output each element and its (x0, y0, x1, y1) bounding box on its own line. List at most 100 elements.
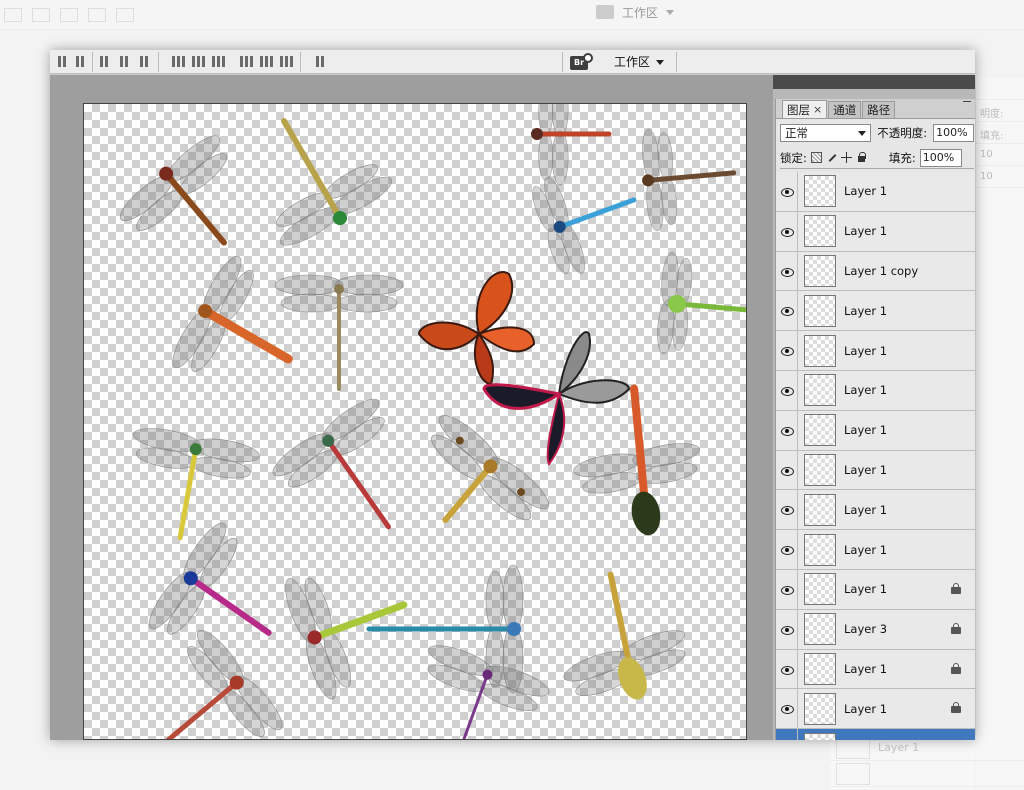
background-toolbar (0, 0, 1024, 30)
workspace-dropdown[interactable]: 工作区 (614, 50, 665, 74)
canvas-artwork (114, 104, 746, 739)
layers-list: Layer 1 Layer 1 Layer 1 copy Layer 1 Layer 1… (776, 172, 975, 740)
align-middle-icon[interactable] (116, 54, 132, 68)
distribute-bottom-icon[interactable] (210, 54, 226, 68)
visibility-eye-icon[interactable] (776, 729, 798, 740)
bridge-icon[interactable]: Br (570, 53, 596, 71)
visibility-eye-icon[interactable] (776, 530, 798, 569)
visibility-eye-icon[interactable] (776, 450, 798, 490)
chevron-down-icon (858, 131, 867, 136)
layer-thumbnail (804, 254, 836, 287)
distribute-right-icon[interactable] (278, 54, 294, 68)
visibility-eye-icon[interactable] (776, 211, 798, 251)
background-side-panel: 明度: 填充: 10 10 (975, 78, 1024, 790)
lock-brush-icon[interactable] (826, 152, 837, 163)
layer-name: Layer 1 (844, 701, 888, 716)
visibility-eye-icon[interactable] (776, 251, 798, 291)
layer-row[interactable] (776, 729, 975, 740)
layer-row[interactable]: Layer 1 (776, 291, 975, 332)
layer-row[interactable]: Layer 1 (776, 530, 975, 570)
layer-row[interactable]: Layer 1 (776, 370, 975, 411)
layer-thumbnail (804, 453, 836, 486)
layer-row[interactable]: Layer 1 (776, 689, 975, 730)
tab-layers[interactable]: 图层 × (782, 100, 828, 118)
layer-row[interactable]: Layer 1 (776, 569, 975, 610)
dragonfly-18 (419, 639, 553, 739)
layer-row[interactable]: Layer 1 copy (776, 251, 975, 292)
layer-name: Layer 1 (844, 224, 888, 239)
align-icon (32, 7, 50, 22)
visibility-eye-icon[interactable] (776, 370, 798, 410)
visibility-eye-icon[interactable] (776, 569, 798, 609)
layer-row[interactable]: Layer 1 (776, 211, 975, 252)
align-center-icon[interactable] (72, 54, 88, 68)
visibility-eye-icon[interactable] (776, 291, 798, 331)
layer-name: Layer 1 (844, 582, 888, 597)
lock-label: 锁定: (780, 150, 807, 165)
layer-lock-icon (951, 622, 961, 634)
distribute-center-icon[interactable] (258, 54, 274, 68)
dragonfly-11 (420, 408, 556, 531)
visibility-eye-icon[interactable] (776, 331, 798, 370)
panel-menu-icon[interactable] (963, 101, 971, 103)
layer-name: Layer 3 (844, 622, 888, 637)
layer-name: Layer 1 (844, 661, 888, 676)
dragonfly-2 (266, 118, 397, 253)
layer-name: Layer 1 (844, 502, 888, 517)
layer-thumbnail (804, 215, 836, 248)
layer-thumbnail (804, 652, 836, 685)
lock-transparency-icon[interactable] (810, 152, 822, 163)
dragonfly-14 (279, 569, 408, 703)
dock-handle[interactable] (773, 75, 975, 89)
visibility-eye-icon[interactable] (776, 689, 798, 729)
visibility-eye-icon[interactable] (776, 649, 798, 689)
distribute-middle-icon[interactable] (190, 54, 206, 68)
layer-lock-icon (951, 702, 961, 714)
dragonfly-4 (640, 126, 737, 232)
layer-name: Layer 1 copy (844, 263, 919, 278)
visibility-eye-icon[interactable] (776, 609, 798, 649)
document-canvas[interactable] (83, 103, 747, 740)
dragonfly-7 (274, 274, 404, 391)
layer-row[interactable]: Layer 1 (776, 331, 975, 371)
visibility-eye-icon[interactable] (776, 172, 798, 211)
layer-row[interactable]: Layer 3 (776, 609, 975, 650)
butterfly-dark (482, 331, 631, 466)
layer-name: Layer 1 (844, 303, 888, 318)
fill-field[interactable]: 100% (919, 148, 962, 167)
visibility-eye-icon[interactable] (776, 490, 798, 530)
lock-fill-row: 锁定: 填充: 100% (780, 147, 974, 169)
close-icon[interactable]: × (813, 102, 822, 118)
dragonfly-1 (114, 129, 237, 246)
workspace-label: 工作区 (614, 55, 651, 69)
layer-row[interactable]: Layer 1 (776, 649, 975, 690)
opacity-field[interactable]: 100% (933, 124, 974, 142)
layer-name: Layer 1 (844, 542, 888, 557)
layer-row[interactable]: Layer 1 (776, 172, 975, 212)
tab-channels[interactable]: 通道 (828, 101, 862, 118)
align-left-icon[interactable] (54, 54, 70, 68)
layer-thumbnail (804, 294, 836, 327)
layer-row[interactable]: Layer 1 (776, 410, 975, 451)
distribute-left-icon[interactable] (238, 54, 254, 68)
chevron-down-icon (666, 9, 675, 15)
dragonfly-10 (267, 392, 395, 530)
distribute-top-icon[interactable] (170, 54, 186, 68)
layer-thumbnail (804, 493, 836, 526)
layer-name: Layer 1 (844, 462, 888, 477)
tab-paths[interactable]: 路径 (862, 101, 896, 118)
align-bottom-icon[interactable] (136, 54, 152, 68)
align-top-icon[interactable] (96, 54, 112, 68)
lock-position-icon[interactable] (840, 152, 852, 163)
dragonfly-8 (655, 251, 746, 357)
visibility-eye-icon[interactable] (776, 410, 798, 450)
auto-align-icon[interactable] (312, 54, 328, 68)
layers-panel: 图层 × 通道 路径 正常 不透明度: 100% 锁定: 填充: 100% La… (775, 99, 975, 740)
layer-row[interactable]: Layer 1 (776, 450, 975, 491)
lock-all-icon[interactable] (856, 152, 867, 163)
dragonfly-12 (571, 384, 705, 536)
layer-row[interactable]: Layer 1 (776, 490, 975, 531)
background-layers: Layer 1 (830, 735, 1024, 790)
blend-mode-select[interactable]: 正常 (780, 124, 872, 142)
distribute-icon (88, 7, 106, 22)
